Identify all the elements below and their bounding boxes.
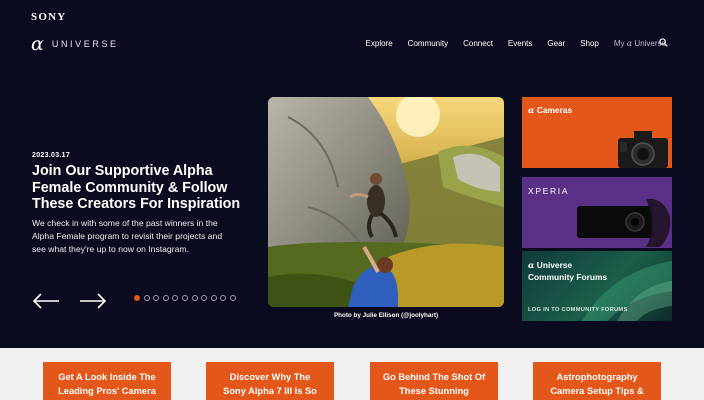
search-icon[interactable] [659,38,668,47]
slide-dot[interactable] [153,295,160,301]
slide-dot[interactable] [210,295,217,301]
slide-dot[interactable] [143,295,150,301]
tile-line2: These Stunning [399,386,469,396]
featured-tile[interactable]: Astrophotography Camera Setup Tips & [533,362,661,400]
main-nav: Explore Community Connect Events Gear Sh… [351,39,666,48]
card-cameras-label: α Cameras [528,104,572,116]
my-prefix: My [613,39,625,48]
nav-events[interactable]: Events [508,39,532,48]
slide-dot[interactable] [220,295,227,301]
climber-photo-illustration [268,97,504,307]
slide-dot[interactable] [229,295,236,301]
tile-line1: Get A Look Inside The [58,372,156,382]
top-bar: SONY [0,0,704,30]
featured-tile[interactable]: Get A Look Inside The Leading Pros' Camer… [43,362,171,400]
hero-photo[interactable] [268,97,504,307]
hero-title[interactable]: Join Our Supportive Alpha Female Communi… [32,163,264,213]
card-xperia[interactable]: XPERIA [522,177,672,248]
nav-shop[interactable]: Shop [580,39,599,48]
nav-explore[interactable]: Explore [366,39,393,48]
card-community-forums[interactable]: α Universe Community Forums LOG IN TO COM… [522,251,672,321]
nav-gear[interactable]: Gear [547,39,565,48]
slide-dot[interactable] [162,295,169,301]
slide-pagination [134,295,240,301]
featured-section: Get A Look Inside The Leading Pros' Camer… [0,348,704,400]
photo-credit: Photo by Julie Ellison (@joolyhart) [333,312,439,319]
card-alpha-cameras[interactable]: α Cameras [522,97,672,168]
arrow-right-icon[interactable] [79,292,107,310]
universe-wordmark: UNIVERSE [51,39,119,49]
card-xperia-label: XPERIA [528,186,570,196]
featured-tile[interactable]: Go Behind The Shot Of These Stunning [370,362,498,400]
alpha-glyph: α [528,105,535,115]
nav-connect[interactable]: Connect [463,39,493,48]
hero-date: 2023.03.17 [32,152,71,159]
tile-line2: Sony Alpha 7 III Is So [223,386,317,396]
alpha-glyph: α [528,260,535,270]
tile-line1: Astrophotography [556,372,638,382]
tile-line2: Camera Setup Tips & [550,386,644,396]
slide-dot[interactable] [201,295,208,301]
forums-login-link[interactable]: LOG IN TO COMMUNITY FORUMS [528,307,628,313]
forums-line2: Community Forums [528,272,608,282]
tile-line2: Leading Pros' Camera [58,386,156,396]
alpha-glyph: α [626,39,633,48]
arrow-left-icon[interactable] [32,292,60,310]
slide-dot[interactable] [134,295,140,301]
hero-description: We check in with some of the past winner… [32,218,223,254]
nav-community[interactable]: Community [408,39,448,48]
sony-logo[interactable]: SONY [31,11,66,23]
tile-line1: Go Behind The Shot Of [382,372,486,382]
smartphone-icon [577,198,671,247]
alpha-universe-logo[interactable]: α UNIVERSE [31,33,119,55]
featured-tile[interactable]: Discover Why The Sony Alpha 7 III Is So [206,362,334,400]
slide-dot[interactable] [172,295,179,301]
slide-dot[interactable] [191,295,198,301]
forums-line1: Universe [536,260,573,270]
alpha-logo-icon: α [31,33,44,55]
slide-dot[interactable] [181,295,188,301]
camera-icon [618,131,668,168]
tile-line1: Discover Why The [229,372,311,382]
cameras-text: Cameras [536,105,573,115]
card-forums-title: α Universe Community Forums [528,259,607,283]
